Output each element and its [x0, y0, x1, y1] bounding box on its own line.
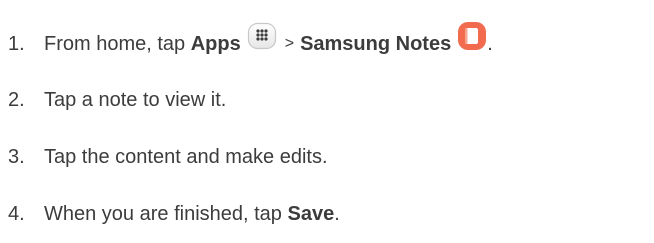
- step-text: From home, tap Apps > Samsung Notes .: [44, 22, 493, 59]
- step-2: 2. Tap a note to view it.: [8, 80, 226, 120]
- step-text: When you are finished, tap Save .: [44, 203, 340, 226]
- apps-icon: [247, 22, 277, 50]
- step-3: 3. Tap the content and make edits.: [8, 137, 328, 177]
- instruction-steps: 1. From home, tap Apps > Samsung Notes .…: [0, 0, 654, 243]
- step-text-suffix: .: [487, 32, 493, 55]
- step-text-suffix: .: [334, 202, 340, 225]
- step-text-prefix: From home, tap: [44, 32, 191, 55]
- step-number: 1.: [8, 32, 25, 55]
- step-text: Tap the content and make edits.: [44, 145, 328, 168]
- step-text-prefix: When you are finished, tap: [44, 202, 288, 225]
- separator: >: [284, 35, 295, 52]
- step-1: 1. From home, tap Apps > Samsung Notes .: [8, 22, 493, 64]
- samsung-notes-label: Samsung Notes: [300, 32, 452, 55]
- step-text: Tap a note to view it.: [44, 88, 227, 111]
- samsung-notes-icon: [457, 21, 487, 51]
- step-number: 4.: [8, 202, 25, 225]
- step-4: 4. When you are finished, tap Save .: [8, 194, 340, 234]
- apps-label: Apps: [190, 32, 241, 55]
- save-label: Save: [287, 202, 335, 225]
- step-number: 3.: [8, 145, 25, 168]
- step-number: 2.: [8, 88, 25, 111]
